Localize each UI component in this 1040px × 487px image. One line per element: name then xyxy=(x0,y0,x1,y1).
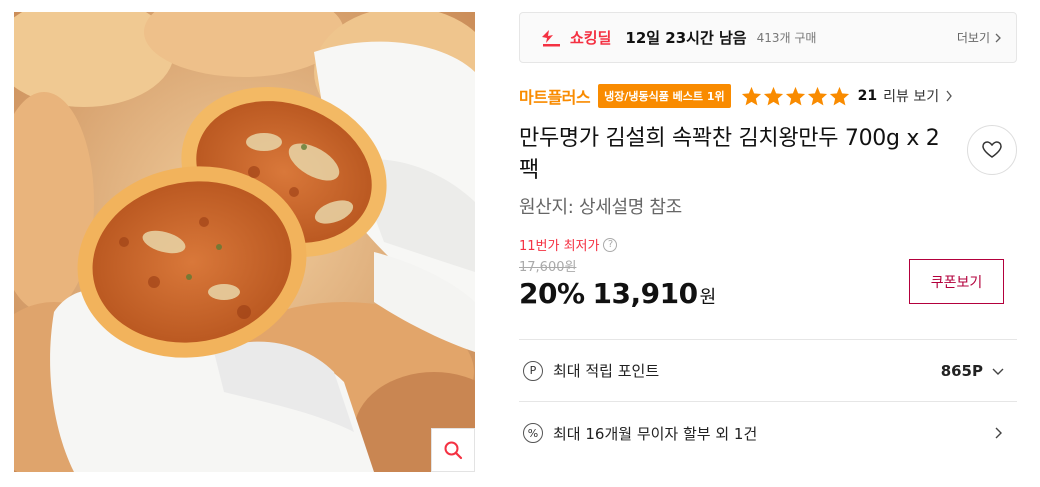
deal-more-label: 더보기 xyxy=(956,31,990,45)
rating-stars xyxy=(741,86,850,106)
best-seller-badge: 냉장/냉동식품 베스트 1위 xyxy=(598,84,731,108)
zoom-button[interactable] xyxy=(431,428,475,472)
sale-price: 20% 13,910 원 xyxy=(519,277,716,310)
chevron-right-icon xyxy=(946,90,952,102)
point-value: 865P xyxy=(940,361,983,380)
coupon-button[interactable]: 쿠폰보기 xyxy=(909,259,1004,304)
deal-purchase-count: 413개 구매 xyxy=(756,31,817,45)
final-price: 13,910 xyxy=(592,277,699,310)
star-icon xyxy=(807,86,827,106)
heart-icon xyxy=(982,141,1002,158)
point-icon: P xyxy=(523,360,543,381)
help-icon[interactable]: ? xyxy=(603,237,618,252)
installment-row[interactable]: % 최대 16개월 무이자 할부 외 1건 xyxy=(519,402,1017,464)
star-icon xyxy=(763,86,783,106)
title-block: 만두명가 김설희 속꽉찬 김치왕만두 700g x 2팩 원산지: 상세설명 참… xyxy=(519,123,1017,219)
lowest-price-label: 11번가 최저가 ? xyxy=(519,235,1017,254)
review-count: 21 xyxy=(857,88,878,104)
review-link-label: 리뷰 보기 xyxy=(883,89,940,105)
point-label: 최대 적립 포인트 xyxy=(553,362,660,380)
currency-unit: 원 xyxy=(699,287,717,308)
lowest-price-text: 11번가 최저가 xyxy=(519,239,600,254)
discount-rate: 20% xyxy=(519,277,585,310)
chevron-right-icon xyxy=(995,33,1001,42)
installment-label: 최대 16개월 무이자 할부 외 1건 xyxy=(553,424,758,443)
chevron-down-icon xyxy=(991,364,1005,378)
product-title: 만두명가 김설희 속꽉찬 김치왕만두 700g x 2팩 xyxy=(519,126,940,183)
brand-rating-row: 마트플러스 냉장/냉동식품 베스트 1위 21 리뷰 보기 xyxy=(519,83,1017,109)
shocking-deal-bar: 쇼킹딜 12일 23시간 남음 413개 구매 더보기 xyxy=(519,12,1017,63)
origin-info: 원산지: 상세설명 참조 xyxy=(519,197,682,218)
point-row[interactable]: P 최대 적립 포인트 865P xyxy=(519,340,1017,402)
product-image[interactable] xyxy=(14,12,475,472)
brand-link[interactable]: 마트플러스 xyxy=(519,84,591,108)
deal-name: 쇼킹딜 xyxy=(570,29,612,47)
product-info-panel: 쇼킹딜 12일 23시간 남음 413개 구매 더보기 마트플러스 냉장/냉동식… xyxy=(519,12,1017,464)
deal-more-link[interactable]: 더보기 xyxy=(957,29,1002,46)
magnifier-icon xyxy=(444,441,463,460)
deal-time-left: 12일 23시간 남음 xyxy=(625,29,747,47)
chevron-right-icon xyxy=(991,426,1005,440)
star-icon xyxy=(829,86,849,106)
price-row: 20% 13,910 원 쿠폰보기 xyxy=(519,259,1017,319)
dumpling-photo xyxy=(14,12,475,472)
shocking-deal-icon xyxy=(540,29,562,47)
star-icon xyxy=(785,86,805,106)
installment-icon: % xyxy=(523,423,543,443)
star-icon xyxy=(741,86,761,106)
review-link[interactable]: 리뷰 보기 xyxy=(883,86,953,106)
wishlist-button[interactable] xyxy=(967,125,1017,175)
